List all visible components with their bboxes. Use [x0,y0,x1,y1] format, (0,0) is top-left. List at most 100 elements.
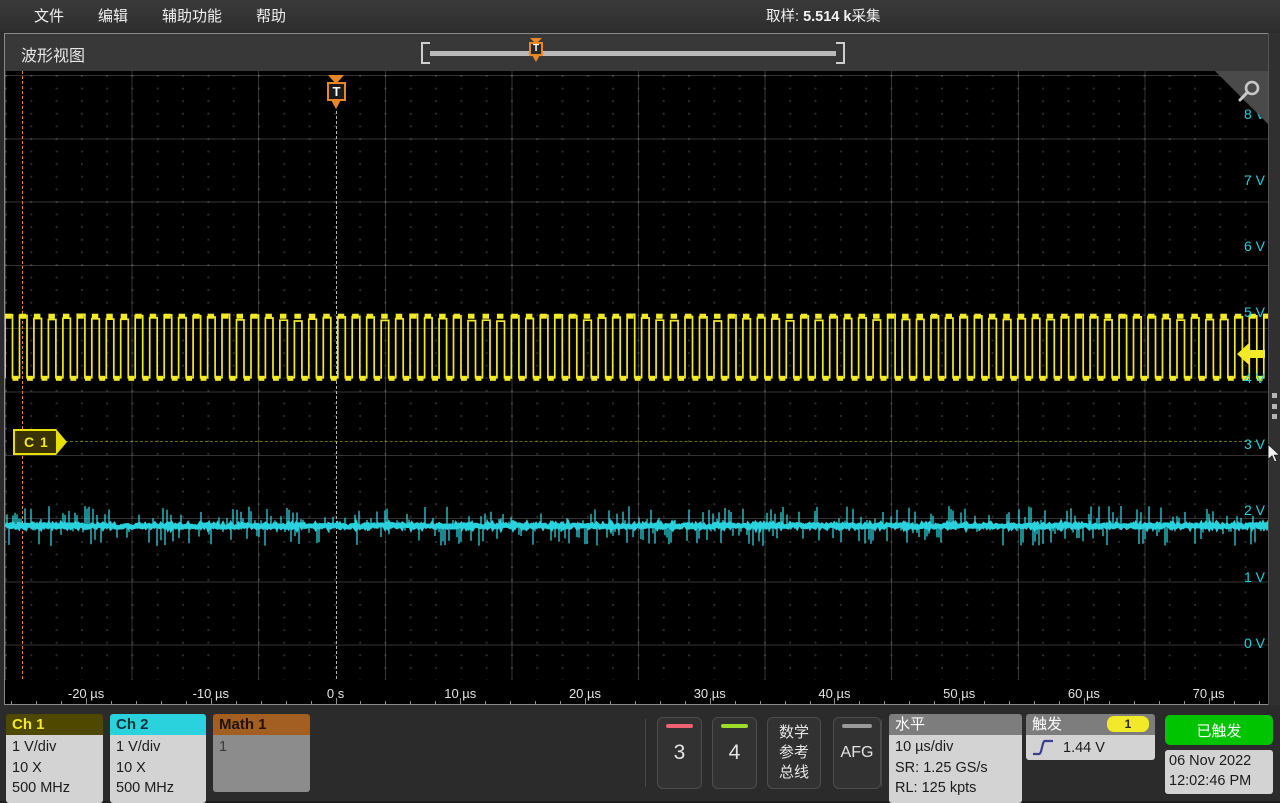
bottom-settings-bar: Ch 1 1 V/div 10 X 500 MHz Ch 2 1 V/div 1… [0,705,1280,803]
voltage-tick-label: 7 V [1243,171,1265,188]
voltage-tick-label: 0 V [1243,634,1265,651]
ch2-probe-attenuation: 10 X [116,759,146,776]
voltage-tick-label: 3 V [1243,436,1265,453]
channel-badge-math1[interactable]: Math 1 1 [213,714,310,792]
channel-badge-ch1-body: 1 V/div 10 X 500 MHz [6,735,103,803]
overview-bracket-right [836,42,845,64]
ch1-vertical-scale: 1 V/div [12,739,57,755]
trigger-badge-body: 1.44 V [1026,735,1155,760]
time-tick [36,701,38,704]
menu-utility[interactable]: 辅助功能 [152,2,232,29]
overview-trigger-marker[interactable]: T [527,38,545,68]
channel-badge-ch2-body: 1 V/div 10 X 500 MHz [110,735,206,803]
date-text: 06 Nov 2022 [1169,753,1252,769]
time-tick [1108,701,1110,704]
time-tick [510,701,512,704]
magnifier-icon [1238,80,1260,102]
time-tick [1034,701,1035,704]
menu-edit[interactable]: 编辑 [88,2,138,29]
waveform-traces [5,313,1271,546]
trigger-source-badge: 1 [1107,716,1149,732]
overview-trigger-tail-icon [532,55,540,62]
waveform-view-title: 波形视图 [21,48,86,65]
math-label: 数学 [778,724,809,741]
horizontal-badge-body: 10 µs/div SR: 1.25 GS/s RL: 125 kpts [889,735,1022,803]
time-tick [310,701,312,704]
overview-bracket-left [421,42,430,64]
oscilloscope-app: 文件 编辑 辅助功能 帮助 取样: 5.514 k采集 波形视图 T T C 1… [0,0,1280,803]
vertical-drag-handle[interactable] [1269,393,1279,419]
sample-rate: SR: 1.25 GS/s [895,759,988,776]
time-tick [609,701,611,704]
afg-label: AFG [840,744,874,761]
channel-badge-ch1[interactable]: Ch 1 1 V/div 10 X 500 MHz [6,714,103,803]
afg-color-bar [842,724,872,728]
time-tick [185,701,187,704]
time-tick [734,701,736,704]
overview-track[interactable] [430,51,836,56]
channel-button-4[interactable]: 4 [712,717,757,789]
math-ref-bus-label: 数学 参考 总线 [779,723,809,783]
bus-label: 总线 [778,764,809,781]
time-tick [884,701,886,704]
vertical-scrollbar[interactable] [1268,33,1280,705]
menu-file[interactable]: 文件 [24,2,74,29]
divider [881,719,882,787]
horizontal-badge-title: 水平 [889,714,1022,735]
voltage-tick-label: 1 V [1243,568,1265,585]
overview-trigger-label: T [532,43,540,54]
time-tick [684,701,686,704]
horizontal-scale: 10 µs/div [895,739,954,755]
reference-label: 参考 [778,744,809,761]
channel-badge-ch1-title: Ch 1 [6,714,103,735]
acquisition-count: 5.514 k [803,9,852,25]
overview-trigger-box: T [529,42,543,56]
voltage-tick-label: 2 V [1243,502,1265,519]
time-tick [410,701,412,704]
time-tick [111,701,113,704]
drag-dot [1271,403,1277,409]
time-tick [260,701,262,704]
horizontal-badge[interactable]: 水平 10 µs/div SR: 1.25 GS/s RL: 125 kpts [889,714,1022,803]
plot-area[interactable]: T C 1 C 2 0 V1 V2 V3 V4 V5 V6 V7 V8 V [5,71,1271,704]
time-tick [709,698,711,704]
math1-expression: 1 [219,739,228,755]
time-tick [1058,701,1060,704]
menu-bar: 文件 编辑 辅助功能 帮助 [0,0,1280,31]
trigger-badge[interactable]: 触发 1 1.44 V [1026,714,1155,760]
time-tick [634,701,636,704]
time-tick [61,701,63,704]
channel-badge-ch2[interactable]: Ch 2 1 V/div 10 X 500 MHz [110,714,206,803]
menu-help[interactable]: 帮助 [246,2,296,29]
time-tick [535,701,537,704]
mouse-pointer [1268,444,1280,463]
afg-button[interactable]: AFG [833,717,881,789]
time-tick [86,698,88,704]
time-tick [784,701,786,704]
channel-badge-math1-title: Math 1 [213,714,310,735]
channel-button-4-label: 4 [728,741,741,764]
rising-edge-icon [1033,739,1053,756]
ch1-reference-line [45,441,1257,442]
time-axis: -20 µs -10 µs 0 s 10 µs 20 µs 30 µs 40 µs 50 µs… [5,680,1271,704]
time-tick [1133,701,1135,704]
time-tick [834,698,836,704]
channel-button-3[interactable]: 3 [657,717,702,789]
time-tick [11,701,13,704]
trigger-level-value: 1.44 V [1063,739,1105,756]
trigger-level-arrow-icon[interactable] [1237,343,1265,365]
horizontal-position-overview-bar[interactable]: T [421,38,845,64]
trigger-state-button[interactable]: 已触发 [1165,715,1273,745]
time-tick [1083,698,1085,704]
zoom-corner-button[interactable] [1215,71,1271,127]
acquisition-status: 取样: 5.514 k采集 [766,5,880,26]
channel-marker-c1[interactable]: C 1 [13,429,67,455]
channel-marker-c1-label: C 1 [24,434,49,450]
drag-dot [1271,393,1277,398]
time-tick [1009,701,1011,704]
ch2-vertical-scale: 1 V/div [116,739,161,755]
math-ref-bus-button[interactable]: 数学 参考 总线 [767,717,821,789]
acquisition-suffix: 采集 [851,9,881,25]
drag-dot [1271,414,1277,419]
time-tick [1208,698,1210,704]
